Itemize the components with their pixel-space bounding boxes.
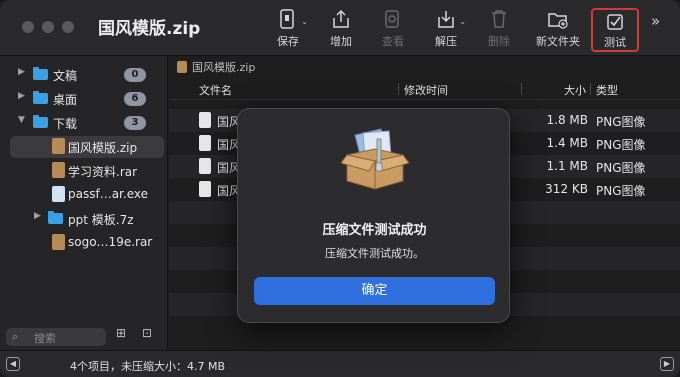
delete-label: 删除 (488, 35, 510, 48)
image-file-icon (199, 181, 211, 197)
chevron-right-icon[interactable]: ▶ (18, 91, 25, 101)
file-size: 1.8 MB (546, 113, 588, 127)
add-archive-icon (333, 9, 349, 28)
file-type: PNG图像 (596, 184, 646, 198)
scroll-left-button[interactable]: ◀ (6, 357, 20, 371)
sidebar-item-label: 国风模版.zip (68, 141, 138, 155)
scroll-right-button[interactable]: ▶ (660, 357, 674, 371)
file-type: PNG图像 (596, 115, 646, 129)
sidebar-item-archive[interactable]: sogo…19e.rar (0, 232, 168, 254)
minimize-window-button[interactable] (42, 21, 54, 33)
sidebar-item-current-archive[interactable]: 国风模版.zip (10, 136, 164, 158)
new-folder-icon (548, 13, 568, 29)
column-header-size[interactable]: 大小 (564, 82, 586, 98)
image-file-icon (199, 135, 211, 151)
sidebar-item-label: 桌面 (53, 93, 78, 107)
window-title: 国风模版.zip (98, 19, 201, 39)
chevron-right-icon[interactable]: ▶ (18, 67, 25, 77)
hierarchy-icon[interactable]: ⊞ (116, 326, 126, 340)
save-label: 保存 (277, 35, 299, 48)
view-label: 查看 (382, 35, 404, 48)
eye-icon (385, 10, 399, 28)
view-button[interactable]: 查看 (365, 6, 421, 52)
sidebar-item-downloads[interactable]: ▼ 下载 3 (0, 112, 168, 134)
downloads-folder-icon (33, 115, 48, 128)
checkbox-icon (607, 14, 623, 30)
count-badge: 3 (124, 116, 146, 130)
archive-box-icon (341, 128, 409, 190)
toolbar: 国风模版.zip ⌄ 保存 增加 查看 ⌄ 解压 删除 新文件夹 测试 » (0, 0, 680, 56)
status-text: 4个项目，未压缩大小：4.7 MB (70, 360, 226, 373)
ok-button[interactable]: 确定 (254, 277, 495, 305)
archive-info-icon[interactable]: ⊡ (142, 326, 152, 340)
breadcrumb-label: 国风模版.zip (192, 61, 256, 74)
sidebar-item-label: 下载 (53, 117, 78, 131)
zoom-window-button[interactable] (62, 21, 74, 33)
column-divider[interactable] (521, 83, 522, 95)
new-folder-button[interactable]: 新文件夹 (528, 6, 588, 52)
list-header: 文件名 修改时间 大小 类型 (169, 78, 680, 100)
trash-icon (492, 10, 506, 28)
search-icon: ⌕ (12, 330, 19, 343)
column-header-type[interactable]: 类型 (596, 82, 618, 98)
extract-button[interactable]: ⌄ 解压 (418, 6, 474, 52)
file-size: 1.1 MB (546, 159, 588, 173)
save-button[interactable]: ⌄ 保存 (260, 6, 316, 52)
sidebar-item-desktop[interactable]: ▶ 桌面 6 (0, 88, 168, 110)
sidebar-item-label: ppt 模板.7z (68, 213, 134, 227)
save-icon (280, 9, 294, 29)
exe-file-icon (52, 186, 65, 202)
chevron-down-icon: ⌄ (459, 17, 466, 26)
image-file-icon (199, 112, 211, 128)
test-button[interactable]: 测试 (591, 8, 639, 52)
zip-archive-icon (52, 138, 65, 154)
search-placeholder: 搜索 (34, 332, 56, 345)
sidebar-item-archive[interactable]: ▶ ppt 模板.7z (0, 208, 168, 230)
breadcrumb: 国风模版.zip (177, 59, 255, 75)
column-header-modified[interactable]: 修改时间 (404, 82, 448, 98)
dialog-title: 压缩文件测试成功 (322, 223, 427, 238)
image-file-icon (199, 158, 211, 174)
column-divider[interactable] (398, 83, 399, 95)
search-input[interactable]: ⌕ 搜索 (6, 328, 106, 346)
sidebar-item-documents[interactable]: ▶ 文稿 0 (0, 64, 168, 86)
close-window-button[interactable] (22, 21, 34, 33)
extract-label: 解压 (435, 35, 457, 48)
folder-icon (48, 211, 63, 224)
toolbar-overflow-button[interactable]: » (651, 12, 660, 30)
file-type: PNG图像 (596, 138, 646, 152)
add-button[interactable]: 增加 (313, 6, 369, 52)
test-label: 测试 (604, 36, 626, 49)
rar-archive-icon (52, 162, 65, 178)
file-size: 312 KB (545, 182, 588, 196)
column-divider[interactable] (590, 83, 591, 95)
sidebar-item-label: sogo…19e.rar (68, 235, 153, 249)
sidebar-item-label: 文稿 (53, 69, 78, 83)
count-badge: 6 (124, 92, 146, 106)
file-type: PNG图像 (596, 161, 646, 175)
rar-archive-icon (52, 234, 65, 250)
chevron-right-icon[interactable]: ▶ (34, 211, 41, 221)
new-folder-label: 新文件夹 (536, 35, 580, 48)
sidebar-item-archive[interactable]: passf…ar.exe (0, 184, 168, 206)
folder-icon (33, 67, 48, 80)
file-size: 1.4 MB (546, 136, 588, 150)
sidebar-item-label: 学习资料.rar (68, 165, 138, 179)
chevron-down-icon: ⌄ (301, 17, 308, 26)
extract-icon (438, 11, 454, 28)
chevron-down-icon[interactable]: ▼ (18, 115, 25, 125)
zip-archive-icon (177, 61, 187, 73)
add-label: 增加 (330, 35, 352, 48)
dialog-message: 压缩文件测试成功。 (325, 247, 424, 260)
count-badge: 0 (124, 68, 146, 82)
test-result-dialog: 压缩文件测试成功 压缩文件测试成功。 确定 (237, 108, 510, 323)
status-bar: ◀ 4个项目，未压缩大小：4.7 MB ▶ (0, 350, 680, 377)
sidebar-item-archive[interactable]: 学习资料.rar (0, 160, 168, 182)
archive-window: 国风模版.zip ⌄ 保存 增加 查看 ⌄ 解压 删除 新文件夹 测试 » ▶ … (0, 0, 680, 377)
sidebar-item-label: passf…ar.exe (68, 187, 148, 201)
folder-icon (33, 91, 48, 104)
delete-button[interactable]: 删除 (471, 6, 527, 52)
column-header-name[interactable]: 文件名 (199, 82, 232, 98)
sidebar: ▶ 文稿 0 ▶ 桌面 6 ▼ 下载 3 国风模版.zip 学习资料.rar p… (0, 56, 168, 350)
